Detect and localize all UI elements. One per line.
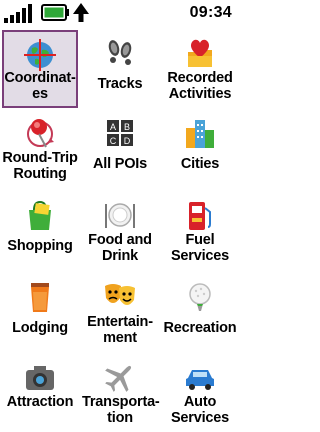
- menu-item-label: Attraction: [6, 394, 74, 410]
- gps-arrow-icon: [73, 3, 89, 22]
- menu-item-all-pois[interactable]: A B C D All POIs: [82, 110, 158, 188]
- signal-bars-icon: [4, 4, 32, 23]
- svg-text:D: D: [124, 136, 131, 146]
- menu-item-label: Entertain- ment: [87, 314, 153, 346]
- menu-grid: Coordinat- es Tracks Recorded Activities: [0, 28, 240, 426]
- globe-crosshair-icon: [24, 39, 56, 71]
- menu-item-label: Shopping: [7, 238, 73, 254]
- menu-item-label: Cities: [180, 156, 220, 172]
- camera-icon: [26, 366, 54, 390]
- menu-item-label: Food and Drink: [88, 232, 152, 264]
- menu-item-entertainment[interactable]: Entertain- ment: [82, 274, 158, 352]
- menu-item-tracks[interactable]: Tracks: [82, 30, 158, 108]
- menu-item-label: Coordinat- es: [4, 70, 76, 102]
- menu-item-label: Transporta- tion: [82, 394, 160, 426]
- menu-item-label: Round-Trip Routing: [2, 150, 78, 182]
- menu-item-recorded-activities[interactable]: Recorded Activities: [162, 30, 238, 108]
- menu-item-lodging[interactable]: Lodging: [2, 274, 78, 352]
- menu-item-round-trip-routing[interactable]: Round-Trip Routing: [2, 110, 78, 188]
- menu-item-attraction[interactable]: Attraction: [2, 354, 78, 432]
- golf-ball-icon: [189, 283, 211, 311]
- menu-item-label: Recreation: [163, 320, 237, 336]
- menu-item-shopping[interactable]: Shopping: [2, 192, 78, 270]
- menu-item-cities[interactable]: Cities: [162, 110, 238, 188]
- menu-item-auto-services[interactable]: Auto Services: [162, 354, 238, 432]
- shopping-bag-icon: [29, 200, 51, 230]
- status-bar: 09:34: [0, 0, 240, 26]
- menu-item-label: Recorded Activities: [167, 70, 233, 102]
- lodging-drink-icon: [31, 283, 49, 312]
- clock: 09:34: [189, 4, 232, 21]
- car-icon: [186, 370, 214, 390]
- pushpin-loop-icon: [27, 119, 54, 148]
- footprints-icon: [108, 40, 132, 65]
- menu-item-label: Fuel Services: [170, 232, 230, 264]
- menu-item-label: Lodging: [12, 320, 68, 336]
- menu-item-recreation[interactable]: Recreation: [162, 274, 238, 352]
- svg-text:B: B: [124, 122, 130, 132]
- menu-item-fuel-services[interactable]: Fuel Services: [162, 192, 238, 270]
- heart-folder-icon: [188, 39, 212, 67]
- theater-masks-icon: [105, 284, 135, 305]
- battery-icon: [41, 4, 69, 21]
- menu-item-transportation[interactable]: Transporta- tion: [82, 354, 160, 432]
- menu-item-label: Auto Services: [170, 394, 230, 426]
- menu-item-label: All POIs: [93, 156, 147, 172]
- abc-blocks-icon: A B C D: [107, 120, 133, 146]
- menu-item-food-and-drink[interactable]: Food and Drink: [82, 192, 158, 270]
- svg-text:C: C: [110, 136, 117, 146]
- menu-item-coordinates[interactable]: Coordinat- es: [2, 30, 78, 108]
- plate-fork-knife-icon: [105, 203, 135, 228]
- airplane-icon: [105, 365, 132, 392]
- city-buildings-icon: [186, 120, 214, 148]
- menu-item-label: Tracks: [97, 76, 143, 92]
- fuel-pump-icon: [189, 202, 211, 230]
- svg-text:A: A: [110, 122, 116, 132]
